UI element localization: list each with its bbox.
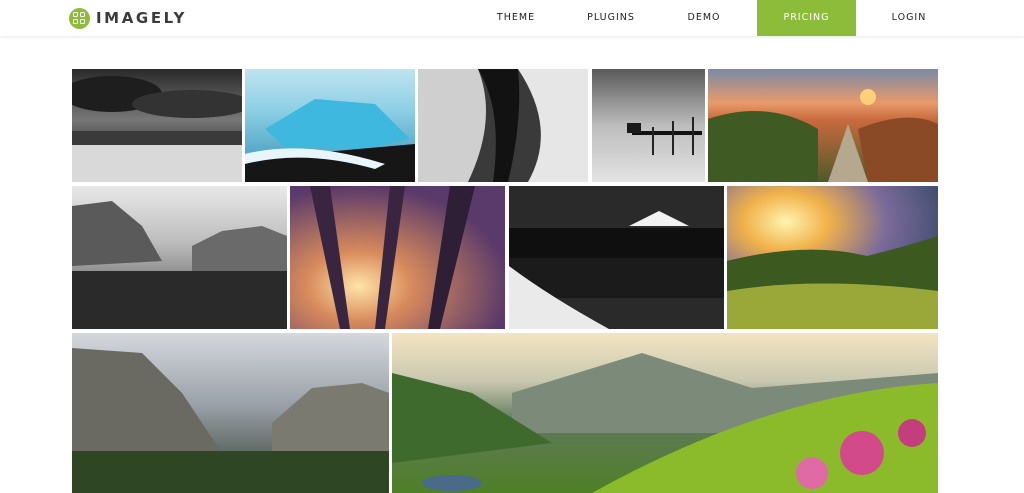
nav-theme[interactable]: THEME <box>480 0 552 36</box>
nav-plugins[interactable]: PLUGINS <box>572 0 650 36</box>
nav-login[interactable]: LOGIN <box>876 0 942 36</box>
photo-yosemite-valley-bw[interactable] <box>72 186 287 329</box>
photo-yosemite-valley-color[interactable] <box>72 333 389 493</box>
photo-rock-pinnacles-sunset[interactable] <box>708 69 938 182</box>
photo-slot-canyon-bw[interactable] <box>418 69 588 182</box>
top-navigation-bar: IMAGELY THEME PLUGINS DEMO PRICING LOGIN <box>0 0 1024 36</box>
photo-sunburst-hills[interactable] <box>727 186 938 329</box>
photo-flower-meadow-mountains[interactable] <box>392 333 938 493</box>
photo-stormy-field-bw[interactable] <box>72 69 242 182</box>
photo-redwood-forest-sun[interactable] <box>290 186 505 329</box>
brand-name: IMAGELY <box>96 9 187 27</box>
photo-pier-long-exposure-bw[interactable] <box>592 69 705 182</box>
nav-pricing[interactable]: PRICING <box>757 0 856 36</box>
nav-demo[interactable]: DEMO <box>672 0 736 36</box>
imagely-logo-icon <box>69 7 90 29</box>
imagely-logo[interactable]: IMAGELY <box>69 7 187 29</box>
photo-glacier-ice-beach[interactable] <box>245 69 415 182</box>
photo-mountain-lake-reflection-bw[interactable] <box>509 186 724 329</box>
